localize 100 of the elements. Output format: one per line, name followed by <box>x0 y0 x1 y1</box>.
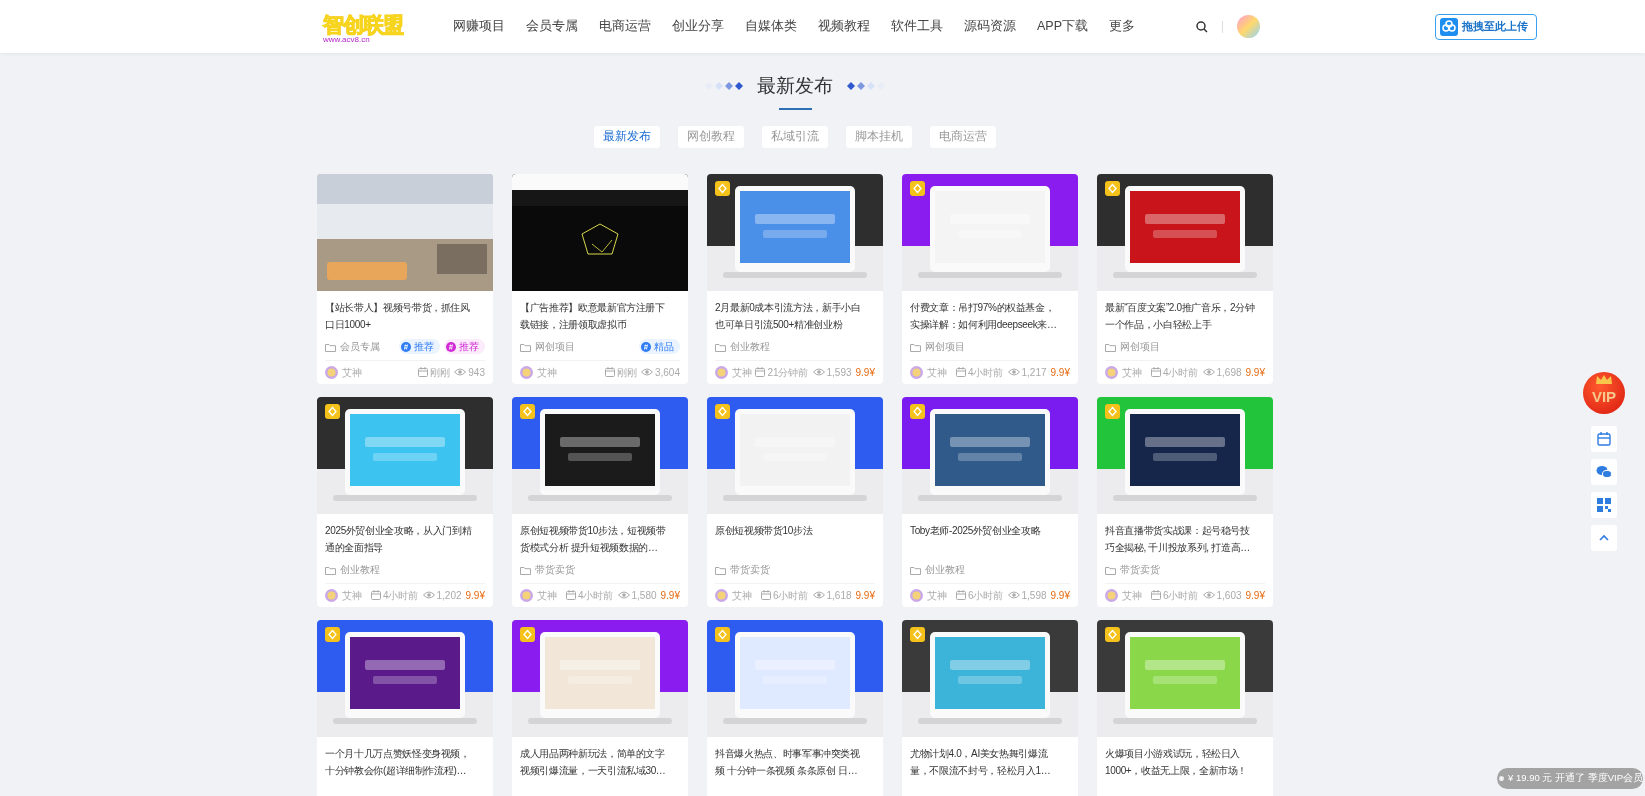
nav-link[interactable]: APP下载 <box>1037 17 1088 36</box>
folder-icon <box>325 564 336 575</box>
tag[interactable]: 推荐 <box>444 339 485 355</box>
qr-code-button[interactable] <box>1591 492 1617 518</box>
post-title[interactable]: 一个月十几万点赞妖怪变身视频，十分钟教会你(超详细制作流程)… <box>325 744 485 779</box>
calendar-icon <box>755 367 766 378</box>
author-avatar <box>520 365 533 379</box>
post-card[interactable]: 2月最新0成本引流方法，新手小白也可单日引流500+精准创业粉 创业教程 艾神 21分钟前 1,593 9.9¥ <box>707 173 883 384</box>
post-card[interactable]: 尤物计划4.0，AI美女热舞引爆流量，不限流不封号，轻松月入1… <box>902 619 1078 796</box>
tag[interactable]: 精品 <box>639 339 680 355</box>
post-card[interactable]: 2025外贸创业全攻略，从入门到精通的全面指导 创业教程 艾神 4小时前 1,202 9.9¥ <box>317 396 493 607</box>
post-title[interactable]: 2025外贸创业全攻略，从入门到精通的全面指导 <box>325 521 485 556</box>
post-card[interactable]: 付费文章：吊打97%的权益基金，实操详解：如何利用deepseek来… 网创项目 艾神 4小时前 1,217 9.9¥ <box>902 173 1078 384</box>
folder-icon <box>910 564 921 575</box>
post-title[interactable]: 抖音直播带货实战课：起号稳号技巧全揭秘, 千川投放系列, 打造高… <box>1105 521 1265 556</box>
post-price: 9.9¥ <box>1245 588 1265 603</box>
view-count: 1,202 <box>436 588 462 603</box>
post-card[interactable]: 【广告推荐】欧意最新官方注册下载链接，注册领取虚拟币 网创项目 精品 艾神 刚刚 3,604 <box>512 173 688 384</box>
post-time: 4小时前 <box>967 365 1004 380</box>
nav-link[interactable]: 视频教程 <box>818 17 870 36</box>
view-count: 943 <box>468 365 485 380</box>
view-count: 1,593 <box>826 365 852 380</box>
post-card[interactable]: 抖音爆火热点、时事军事冲突类视频 十分钟一条视频 条条原创 日… <box>707 619 883 796</box>
nav-link[interactable]: 电商运营 <box>599 17 651 36</box>
post-title[interactable]: 【广告推荐】欧意最新官方注册下载链接，注册领取虚拟币 <box>520 298 680 333</box>
author-avatar <box>520 588 533 602</box>
post-time: 刚刚 <box>430 365 451 380</box>
folder-icon <box>1105 564 1116 575</box>
post-price: 9.9¥ <box>1050 365 1070 380</box>
calendar-icon <box>955 590 966 601</box>
view-count: 1,603 <box>1216 588 1242 603</box>
folder-icon <box>325 341 336 352</box>
post-card[interactable]: Toby老师-2025外贸创业全攻略 创业教程 艾神 6小时前 1,598 9.9¥ <box>902 396 1078 607</box>
wechat-button[interactable] <box>1591 459 1617 485</box>
post-card[interactable]: 成人用品两种新玩法，简单的文字视频引爆流量，一天引流私域30… <box>512 619 688 796</box>
cloud-icon <box>1440 17 1458 36</box>
filter-tab[interactable]: 最新发布 <box>594 125 660 148</box>
nav-link[interactable]: 会员专属 <box>526 17 578 36</box>
post-title[interactable]: Toby老师-2025外贸创业全攻略 <box>910 521 1070 556</box>
post-price: 9.9¥ <box>855 588 875 603</box>
checkin-button[interactable] <box>1591 426 1617 452</box>
diamond-decoration-icon <box>705 82 743 91</box>
post-title[interactable]: 火爆项目小游戏试玩，轻松日入1000+，收益无上限，全新市场！ <box>1105 744 1265 779</box>
post-time: 4小时前 <box>1162 365 1199 380</box>
qr-code-icon <box>1596 497 1612 513</box>
post-card[interactable]: 火爆项目小游戏试玩，轻松日入1000+，收益无上限，全新市场！ <box>1097 619 1273 796</box>
nav-link[interactable]: 创业分享 <box>672 17 724 36</box>
post-time: 刚刚 <box>616 365 637 380</box>
post-card[interactable]: 【站长带人】视频号带货，抓住风口日1000+ 会员专属 推荐 推荐 艾神 刚刚 943 <box>317 173 493 384</box>
post-card[interactable]: 原创短视频带货10步法 带货卖货 艾神 6小时前 1,618 9.9¥ <box>707 396 883 607</box>
post-title[interactable]: 成人用品两种新玩法，简单的文字视频引爆流量，一天引流私域30… <box>520 744 680 779</box>
tag[interactable]: 推荐 <box>399 339 440 355</box>
diamond-decoration-icon <box>847 82 885 91</box>
author-avatar <box>325 365 338 379</box>
nav-link[interactable]: 自媒体类 <box>745 17 797 36</box>
post-card[interactable]: 抖音直播带货实战课：起号稳号技巧全揭秘, 千川投放系列, 打造高… 带货卖货 艾神 6小时前 1,603 9.9¥ <box>1097 396 1273 607</box>
post-card[interactable]: 最新“百度文案”2.0推广音乐，2分钟一个作品，小白轻松上手 网创项目 艾神 4小时前 1,698 9.9¥ <box>1097 173 1273 384</box>
folder-icon <box>910 341 921 352</box>
calendar-icon <box>1150 590 1161 601</box>
post-price: 9.9¥ <box>465 588 485 603</box>
eye-icon <box>640 367 653 378</box>
back-to-top-button[interactable] <box>1591 525 1617 551</box>
calendar-icon <box>1596 431 1612 447</box>
eye-icon <box>812 590 825 601</box>
site-url: www.acv8.cn <box>323 35 371 44</box>
section-title: 最新发布 <box>757 75 833 98</box>
crown-icon <box>1596 375 1612 384</box>
post-title[interactable]: 抖音爆火热点、时事军事冲突类视频 十分钟一条视频 条条原创 日… <box>715 744 875 779</box>
post-title[interactable]: 原创短视频带货10步法 <box>715 521 875 556</box>
post-time: 6小时前 <box>1162 588 1199 603</box>
calendar-icon <box>565 590 576 601</box>
search-icon[interactable] <box>1196 20 1208 33</box>
view-count: 1,217 <box>1021 365 1047 380</box>
post-card[interactable]: 原创短视频带货10步法，短视频带货模式分析 提升短视频数据的… 带货卖货 艾神 4小时前 1,580 9.9¥ <box>512 396 688 607</box>
post-time: 6小时前 <box>967 588 1004 603</box>
author-avatar <box>325 588 338 602</box>
post-title[interactable]: 原创短视频带货10步法，短视频带货模式分析 提升短视频数据的… <box>520 521 680 556</box>
upload-button[interactable]: 拖拽至此上传 <box>1435 13 1537 40</box>
nav-link[interactable]: 更多 <box>1109 17 1135 36</box>
nav-link[interactable]: 网赚项目 <box>453 17 505 36</box>
post-title[interactable]: 【站长带人】视频号带货，抓住风口日1000+ <box>325 298 485 333</box>
eye-icon <box>812 367 825 378</box>
nav-link[interactable]: 源码资源 <box>964 17 1016 36</box>
nav-link[interactable]: 软件工具 <box>891 17 943 36</box>
post-title[interactable]: 尤物计划4.0，AI美女热舞引爆流量，不限流不封号，轻松月入1… <box>910 744 1070 779</box>
eye-icon <box>1202 590 1215 601</box>
eye-icon <box>454 367 467 378</box>
calendar-icon <box>1150 367 1161 378</box>
folder-icon <box>715 341 726 352</box>
eye-icon <box>1007 590 1020 601</box>
post-title[interactable]: 最新“百度文案”2.0推广音乐，2分钟一个作品，小白轻松上手 <box>1105 298 1265 333</box>
post-title[interactable]: 2月最新0成本引流方法，新手小白也可单日引流500+精准创业粉 <box>715 298 875 333</box>
calendar-icon <box>418 367 429 378</box>
calendar-icon <box>604 367 615 378</box>
author-avatar <box>715 588 728 602</box>
post-title[interactable]: 付费文章：吊打97%的权益基金，实操详解：如何利用deepseek来… <box>910 298 1070 333</box>
post-card[interactable]: 一个月十几万点赞妖怪变身视频，十分钟教会你(超详细制作流程)… <box>317 619 493 796</box>
folder-icon <box>1105 341 1116 352</box>
author-avatar <box>910 588 923 602</box>
post-price: 9.9¥ <box>855 365 875 380</box>
